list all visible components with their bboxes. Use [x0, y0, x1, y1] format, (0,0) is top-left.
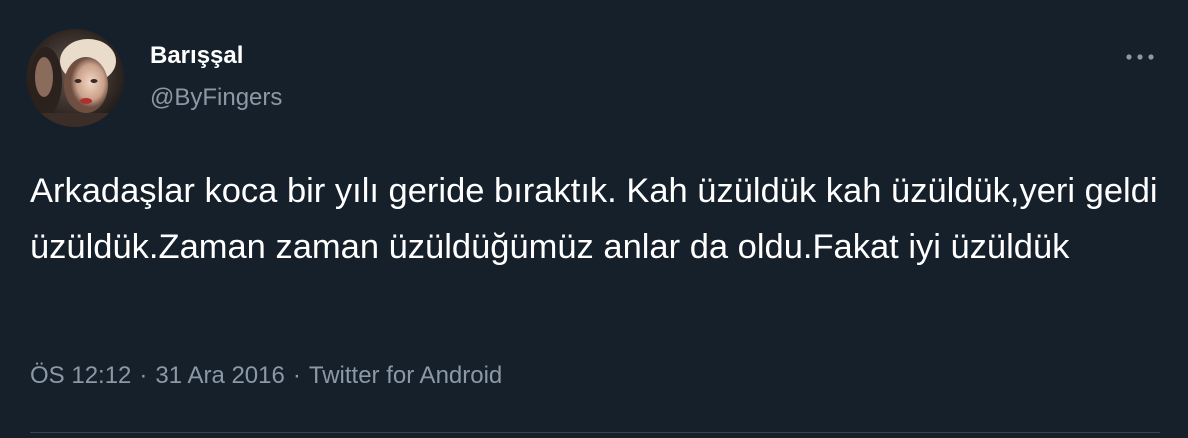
meta-separator: · [139, 362, 148, 389]
user-handle[interactable]: @ByFingers [150, 84, 282, 112]
tweet-card: Barışşal @ByFingers Arkadaşlar koca bir … [0, 0, 1188, 438]
display-name[interactable]: Barışşal [150, 42, 243, 70]
meta-separator: · [292, 362, 301, 389]
tweet-text: Arkadaşlar koca bir yılı geride bıraktık… [30, 172, 1158, 266]
tweet-time-link[interactable]: ÖS 12:12 [30, 362, 131, 389]
ellipsis-icon [1126, 54, 1154, 60]
avatar[interactable] [26, 29, 124, 127]
tweet-source-link[interactable]: Twitter for Android [309, 362, 502, 389]
tweet-date-link[interactable]: 31 Ara 2016 [155, 362, 284, 389]
divider [30, 432, 1160, 433]
more-options-button[interactable] [1118, 40, 1162, 74]
profile-photo-icon [26, 29, 124, 127]
tweet-metadata: ÖS 12:12 · 31 Ara 2016 · Twitter for Android [30, 362, 502, 390]
